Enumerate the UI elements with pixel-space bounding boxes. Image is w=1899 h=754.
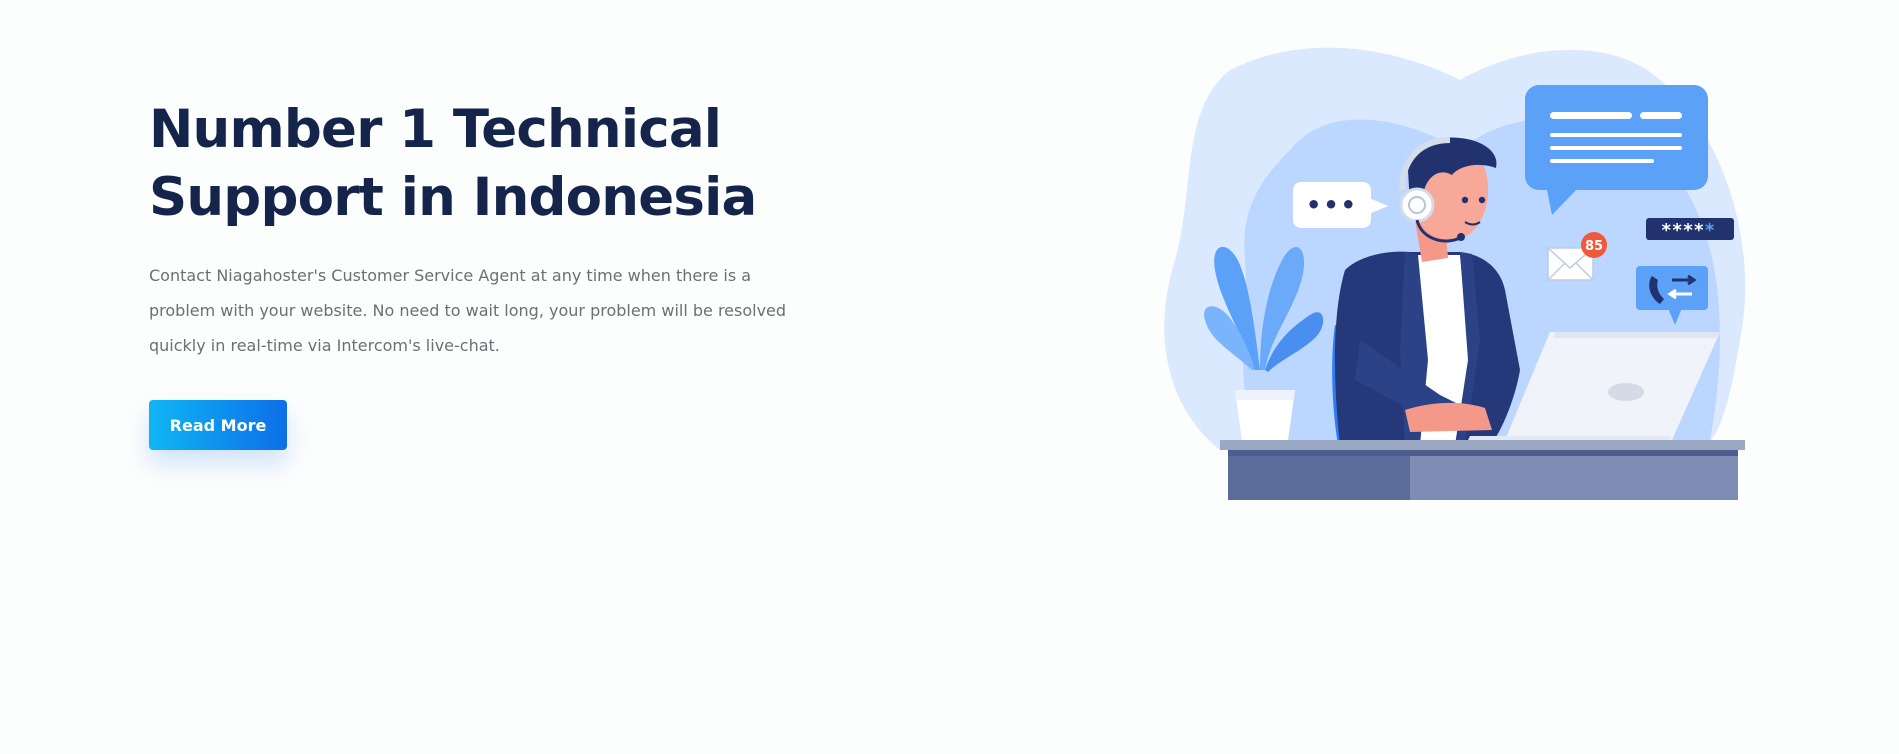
hero-description: Contact Niagahoster's Customer Service A…	[149, 266, 787, 355]
password-field: *****	[1646, 218, 1734, 241]
password-mask: ****	[1661, 220, 1704, 241]
support-agent-illustration: ••• 85 *****	[1160, 40, 1760, 500]
headset-icon	[1399, 187, 1435, 223]
page-title: Number 1 Technical Support in Indonesia	[149, 96, 809, 232]
typing-dots: •••	[1306, 191, 1358, 219]
notification-count: 85	[1585, 239, 1603, 254]
page-title-line-2: Support in Indonesia	[149, 167, 757, 228]
read-more-button[interactable]: Read More	[149, 400, 287, 450]
svg-text:*****: *****	[1661, 220, 1715, 241]
hero-text-block: Number 1 Technical Support in Indonesia …	[149, 96, 809, 363]
page-title-line-1: Number 1 Technical	[149, 99, 722, 160]
password-last-char: *	[1704, 220, 1715, 241]
desk	[1220, 440, 1745, 500]
